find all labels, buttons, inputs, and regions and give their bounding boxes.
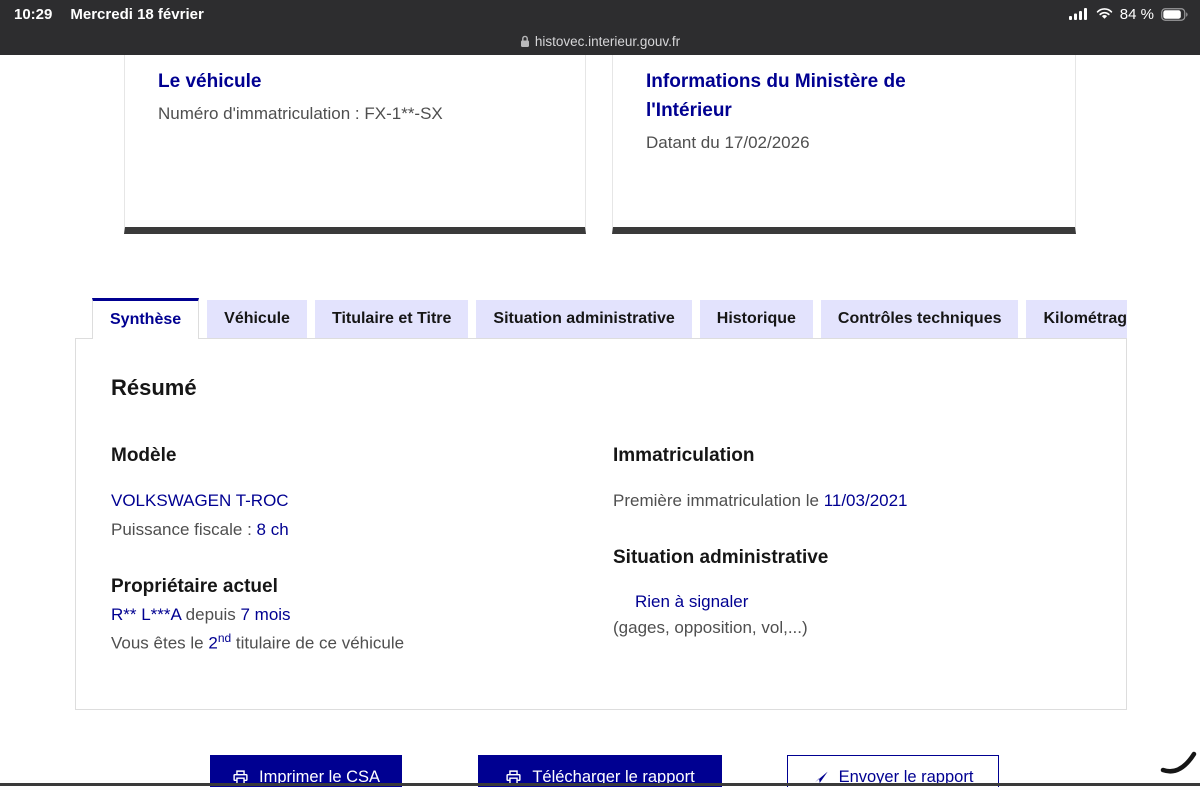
vehicle-card-title: Le véhicule (158, 71, 262, 92)
tab-vehicule-label: Véhicule (224, 310, 290, 327)
holder-rank: 2 (208, 633, 218, 653)
ministry-card: Informations du Ministère de l'Intérieur… (612, 55, 1076, 234)
tab-historique-label: Historique (716, 310, 796, 327)
tab-titulaire-label: Titulaire et Titre (331, 310, 452, 327)
screen: 10:29 Mercredi 18 février 84 % histovec.… (0, 0, 1200, 787)
lock-icon (520, 35, 530, 48)
tab-titulaire-et-titre[interactable]: Titulaire et Titre (314, 300, 469, 338)
tab-kilometrage-label: Kilométrage (1043, 310, 1127, 327)
holder-prefix: Vous êtes le (111, 633, 209, 653)
holder-rank-line: Vous êtes le 2nd titulaire de ce véhicul… (111, 631, 404, 654)
ministry-card-body: Datant du 17/02/2026 (646, 133, 810, 152)
vehicle-card: Le véhicule Numéro d'immatriculation : F… (124, 55, 586, 234)
admin-status-value: Rien à signaler (635, 592, 749, 611)
report-tabs: Synthèse Véhicule Titulaire et Titre Sit… (92, 298, 1127, 339)
first-registration-date: 11/03/2021 (823, 491, 908, 510)
decorative-curve (1156, 748, 1198, 778)
ministry-card-title: Informations du Ministère de l'Intérieur (646, 71, 906, 121)
status-bar: 10:29 Mercredi 18 février 84 % (0, 0, 1200, 28)
holder-suffix: titulaire de ce véhicule (231, 633, 405, 653)
model-heading: Modèle (111, 445, 177, 466)
owner-since-value: 7 mois (240, 605, 291, 624)
tab-vehicule[interactable]: Véhicule (207, 300, 307, 338)
tab-situation-administrative[interactable]: Situation administrative (476, 300, 692, 338)
registration-heading: Immatriculation (613, 445, 755, 466)
owner-line: R** L***A depuis 7 mois (111, 605, 291, 625)
first-registration-line: Première immatriculation le 11/03/2021 (613, 491, 908, 511)
battery-percent-label: 84 % (1119, 5, 1154, 23)
url-bar[interactable]: histovec.interieur.gouv.fr (0, 28, 1200, 55)
synthese-panel: Résumé Modèle VOLKSWAGEN T-ROC Puissance… (75, 338, 1127, 710)
bottom-edge-line (0, 783, 1200, 786)
wifi-icon (1096, 8, 1113, 20)
tab-kilometrage[interactable]: Kilométrage (1026, 300, 1127, 338)
owner-name: R** L***A (111, 605, 181, 624)
tab-historique[interactable]: Historique (699, 300, 813, 338)
first-registration-label: Première immatriculation le (613, 491, 824, 510)
admin-status-heading: Situation administrative (613, 547, 829, 568)
resume-heading: Résumé (111, 375, 197, 400)
admin-status-note: (gages, opposition, vol,...) (613, 618, 808, 637)
fiscal-power-value: 8 ch (256, 520, 289, 539)
owner-heading: Propriétaire actuel (111, 576, 278, 597)
model-name: VOLKSWAGEN T-ROC (111, 491, 289, 510)
vehicle-card-body: Numéro d'immatriculation : FX-1**-SX (158, 104, 443, 123)
fiscal-power-line: Puissance fiscale : 8 ch (111, 520, 289, 540)
tab-controles-label: Contrôles techniques (837, 310, 1002, 327)
tab-situation-label: Situation administrative (493, 310, 675, 327)
owner-since-label: depuis (180, 605, 241, 624)
cellular-signal-icon (1068, 8, 1089, 20)
battery-icon (1161, 7, 1188, 21)
clock: 10:29 (14, 5, 53, 23)
date-label: Mercredi 18 février (70, 5, 204, 23)
tab-synthese-label: Synthèse (110, 311, 182, 328)
fiscal-power-label: Puissance fiscale : (111, 520, 257, 539)
holder-rank-ordinal: nd (217, 631, 232, 645)
url-domain: histovec.interieur.gouv.fr (534, 34, 681, 49)
tab-controles-techniques[interactable]: Contrôles techniques (820, 300, 1019, 338)
tab-synthese[interactable]: Synthèse (92, 298, 200, 339)
